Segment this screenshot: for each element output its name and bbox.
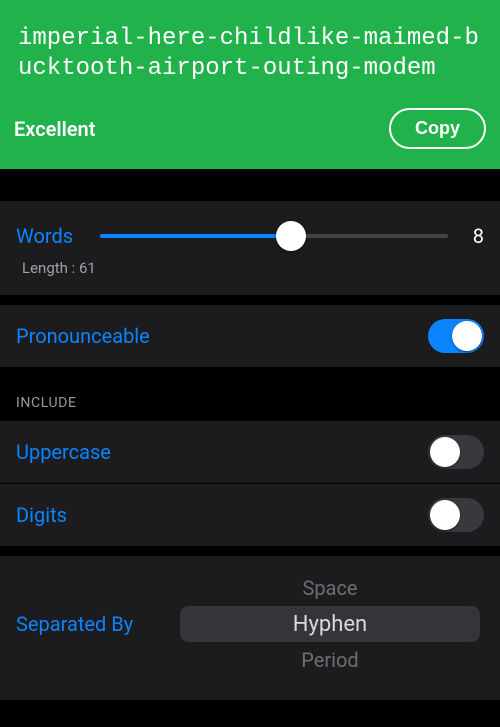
digits-row: Digits bbox=[0, 484, 500, 546]
separator-row: Separated By Space Hyphen Period bbox=[0, 556, 500, 700]
strength-label: Excellent bbox=[14, 117, 95, 141]
header: imperial-here-childlike-maimed-bucktooth… bbox=[0, 0, 500, 169]
separator-option[interactable]: Space bbox=[176, 570, 484, 606]
pronounceable-toggle[interactable] bbox=[428, 319, 484, 353]
uppercase-row: Uppercase bbox=[0, 421, 500, 483]
uppercase-toggle[interactable] bbox=[428, 435, 484, 469]
words-panel: Words 8 Length : 61 bbox=[0, 201, 500, 295]
words-slider[interactable] bbox=[100, 221, 448, 251]
length-readout: Length : 61 bbox=[0, 259, 500, 295]
separator-picker[interactable]: Space Hyphen Period bbox=[176, 570, 484, 678]
pronounceable-row: Pronounceable bbox=[0, 305, 500, 367]
separator-option-selected[interactable]: Hyphen bbox=[176, 606, 484, 642]
words-label: Words bbox=[16, 224, 84, 248]
digits-label: Digits bbox=[16, 503, 67, 527]
uppercase-label: Uppercase bbox=[16, 440, 111, 464]
include-title: INCLUDE bbox=[0, 367, 500, 421]
pronounceable-label: Pronounceable bbox=[16, 324, 150, 348]
separator-label: Separated By bbox=[16, 612, 176, 636]
digits-toggle[interactable] bbox=[428, 498, 484, 532]
copy-button[interactable]: Copy bbox=[389, 108, 486, 149]
generated-password: imperial-here-childlike-maimed-bucktooth… bbox=[0, 0, 500, 102]
words-value: 8 bbox=[464, 224, 484, 248]
header-bar: Excellent Copy bbox=[0, 102, 500, 159]
separator-option[interactable]: Period bbox=[176, 642, 484, 678]
